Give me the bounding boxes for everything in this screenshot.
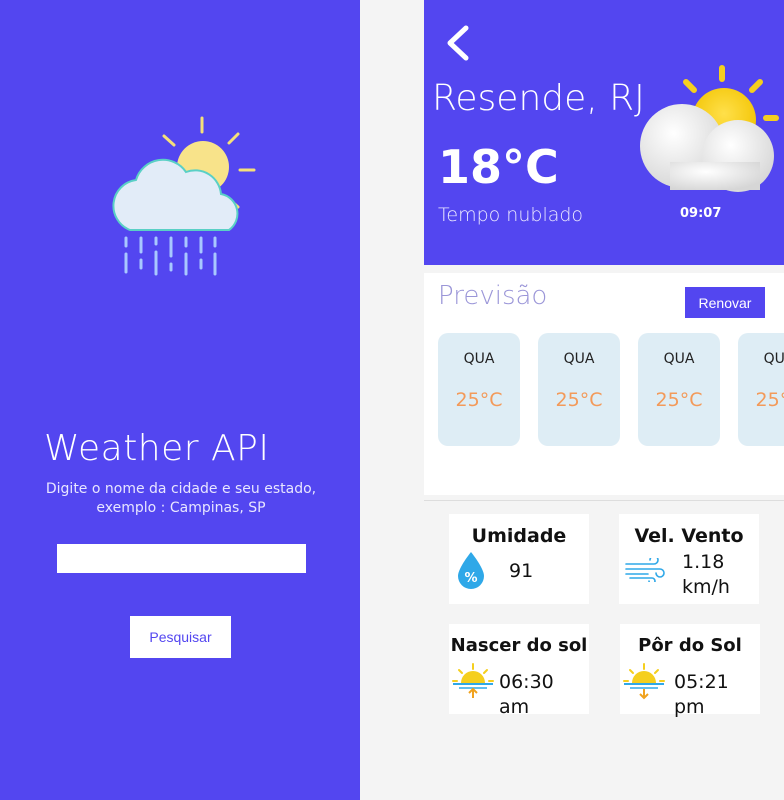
forecast-title: Previsão <box>438 281 548 311</box>
current-weather-header: Resende, RJ 18°C Tempo nublado 09:07 <box>424 0 784 265</box>
weather-details: Umidade % 91 Vel. Vento 1.18 km/h Nascer… <box>424 500 784 800</box>
forecast-day: QUA <box>663 351 695 367</box>
forecast-temp: 25°C <box>655 389 703 411</box>
search-instructions: Digite o nome da cidade e seu estado, ex… <box>45 481 317 516</box>
forecast-card[interactable]: QUA 25°C <box>638 333 720 446</box>
forecast-day: QUA <box>563 351 595 367</box>
current-time: 09:07 <box>680 206 722 221</box>
forecast-card[interactable]: QUA 25°C <box>438 333 520 446</box>
current-temperature: 18°C <box>438 140 559 194</box>
forecast-temp: 25°C <box>555 389 603 411</box>
humidity-tile: Umidade % 91 <box>449 514 589 604</box>
sunrise-time: 06:30 am <box>499 671 554 718</box>
humidity-drop-icon: % <box>458 552 484 589</box>
forecast-temp: 25°C <box>455 389 503 411</box>
wind-title: Vel. Vento <box>634 525 744 547</box>
sunset-time: 05:21 pm <box>674 671 729 718</box>
sunrise-title: Nascer do sol <box>450 635 588 656</box>
app-title: Weather API <box>44 428 270 469</box>
forecast-card[interactable]: QUA 25°C <box>538 333 620 446</box>
forecast-day: QUA <box>463 351 495 367</box>
wind-speed-value: 1.18 <box>682 551 725 573</box>
wind-icon <box>625 558 665 582</box>
forecast-section: Previsão Renovar QUA 25°C QUA 25°C QUA 2… <box>424 273 784 495</box>
sunrise-tile: Nascer do sol 06:30 am <box>449 624 589 718</box>
chevron-left-icon[interactable] <box>440 22 474 64</box>
renew-button[interactable]: Renovar <box>685 287 765 318</box>
sunset-title: Pôr do Sol <box>638 635 742 656</box>
weather-condition: Tempo nublado <box>438 204 584 226</box>
forecast-temp: 25°C <box>755 389 784 411</box>
search-screen: Weather API Digite o nome da cidade e se… <box>0 0 360 800</box>
humidity-title: Umidade <box>471 525 567 547</box>
sunset-tile: Pôr do Sol 05:21 pm <box>620 624 760 718</box>
forecast-card[interactable]: QUA 25°C <box>738 333 784 446</box>
wind-tile: Vel. Vento 1.18 km/h <box>619 514 759 604</box>
rain-cloud-sun-icon <box>112 116 256 276</box>
wind-speed-unit: km/h <box>682 576 730 598</box>
search-button[interactable]: Pesquisar <box>130 616 231 658</box>
humidity-value: 91 <box>509 560 534 582</box>
sunrise-icon <box>452 663 494 698</box>
partly-cloudy-icon <box>640 65 779 192</box>
forecast-list: QUA 25°C QUA 25°C QUA 25°C QUA 25°C <box>438 333 784 446</box>
svg-text:%: % <box>464 571 477 586</box>
city-search-input[interactable] <box>57 544 306 573</box>
city-name: Resende, RJ <box>432 78 645 119</box>
weather-detail-screen: Resende, RJ 18°C Tempo nublado 09:07 Pre… <box>424 0 784 800</box>
sunset-icon <box>623 663 665 700</box>
forecast-day: QUA <box>763 351 784 367</box>
